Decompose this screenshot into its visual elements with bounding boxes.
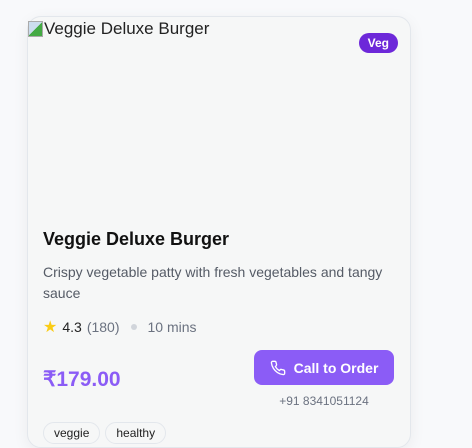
star-icon: ★ (43, 319, 58, 336)
product-image: Veggie Deluxe Burger (28, 19, 209, 39)
product-title: Veggie Deluxe Burger (43, 229, 230, 249)
product-card: Veggie Deluxe Burger Veg Veggie Deluxe B… (27, 16, 411, 448)
product-description: Crispy vegetable patty with fresh vegeta… (43, 264, 383, 301)
tag: veggie (43, 422, 101, 444)
review-count: (180) (86, 319, 120, 335)
call-label: Call to Order (293, 359, 379, 376)
tag: healthy (105, 422, 167, 444)
rating-value: 4.3 (62, 319, 82, 335)
tag-list: veggie healthy (43, 422, 167, 444)
product-meta: ★ 4.3 (180) 10 mins (43, 317, 197, 337)
broken-image-icon (28, 21, 43, 37)
phone-number: +91 8341051124 (279, 394, 369, 408)
veg-badge: Veg (358, 33, 398, 53)
price: ₹179.00 (43, 368, 121, 391)
separator-dot (130, 324, 137, 330)
prep-time: 10 mins (147, 319, 197, 335)
phone-icon (270, 360, 285, 375)
image-alt-text: Veggie Deluxe Burger (44, 19, 210, 38)
call-to-order-button[interactable]: Call to Order (254, 350, 394, 385)
